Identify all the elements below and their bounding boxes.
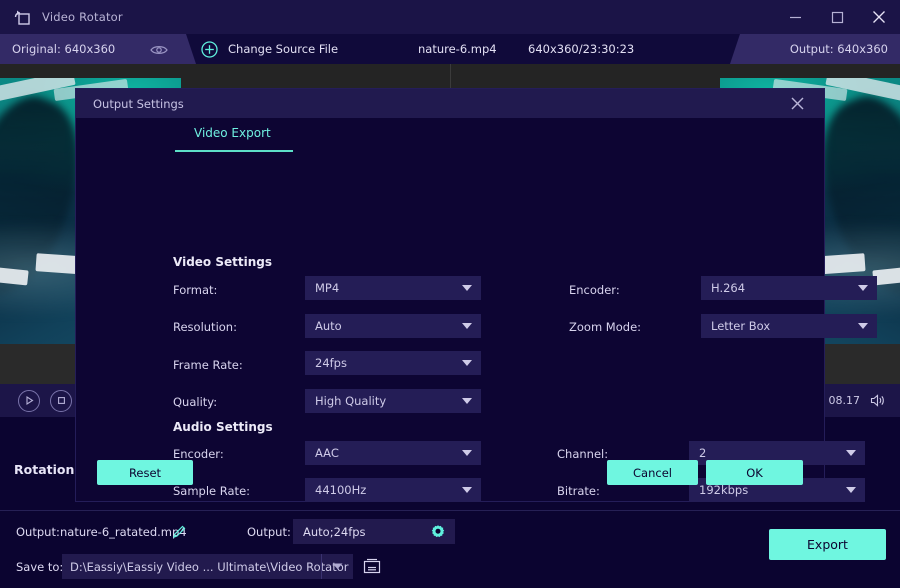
resolution-select[interactable]: Auto — [305, 314, 481, 338]
bitrate-value: 192kbps — [699, 483, 749, 497]
audio-encoder-value: AAC — [315, 446, 339, 460]
tab-video-export[interactable]: Video Export — [182, 118, 283, 140]
save-to-path-value: D:\Eassiy\Eassiy Video ... Ultimate\Vide… — [70, 559, 349, 574]
maximize-icon[interactable] — [816, 0, 858, 34]
volume-icon[interactable] — [870, 394, 886, 407]
eye-icon[interactable] — [150, 41, 168, 60]
output-settings-dialog: Output Settings Video Export Video Setti… — [76, 89, 877, 502]
bitrate-label: Bitrate: — [557, 484, 600, 498]
chevron-down-icon[interactable] — [321, 554, 353, 579]
window-controls — [774, 0, 900, 34]
video-rotator-logo-icon — [12, 7, 32, 27]
chevron-down-icon — [462, 487, 472, 493]
active-tab-underline — [175, 150, 293, 152]
format-select[interactable]: MP4 — [305, 276, 481, 300]
close-icon[interactable] — [858, 0, 900, 34]
video-encoder-select[interactable]: H.264 — [701, 276, 877, 300]
save-to-path-field[interactable]: D:\Eassiy\Eassiy Video ... Ultimate\Vide… — [62, 554, 353, 579]
playback-time: 08.17 — [828, 394, 861, 407]
close-icon[interactable] — [780, 89, 814, 118]
chevron-down-icon — [846, 450, 856, 456]
chevron-down-icon — [462, 285, 472, 291]
quality-value: High Quality — [315, 394, 387, 408]
output-resolution-tag: Output: 640x360 — [730, 34, 900, 64]
chevron-down-icon — [462, 398, 472, 404]
folder-icon[interactable] — [363, 558, 381, 578]
chevron-down-icon — [858, 323, 868, 329]
quality-label: Quality: — [173, 395, 218, 409]
gear-icon[interactable] — [430, 524, 446, 544]
channel-value: 2 — [699, 446, 707, 460]
zoom-mode-label: Zoom Mode: — [569, 320, 642, 334]
channel-label: Channel: — [557, 447, 609, 461]
format-value: MP4 — [315, 281, 340, 295]
sample-rate-select[interactable]: 44100Hz — [305, 478, 481, 502]
dialog-title: Output Settings — [93, 96, 184, 111]
quality-select[interactable]: High Quality — [305, 389, 481, 413]
dialog-tabs: Video Export — [76, 118, 824, 152]
cancel-button[interactable]: Cancel — [607, 460, 698, 485]
save-to-label: Save to: — [16, 560, 64, 574]
video-encoder-label: Encoder: — [569, 283, 620, 297]
video-encoder-value: H.264 — [711, 281, 746, 295]
frame-rate-value: 24fps — [315, 356, 347, 370]
export-button[interactable]: Export — [769, 529, 886, 560]
zoom-mode-select[interactable]: Letter Box — [701, 314, 877, 338]
plus-circle-icon[interactable] — [201, 41, 218, 62]
zoom-mode-value: Letter Box — [711, 319, 771, 333]
chevron-down-icon — [462, 323, 472, 329]
source-file-meta: 640x360/23:30:23 — [528, 42, 635, 56]
output-settings-label: Output: — [247, 525, 291, 539]
ok-button[interactable]: OK — [706, 460, 803, 485]
format-label: Format: — [173, 283, 218, 297]
audio-encoder-label: Encoder: — [173, 447, 224, 461]
chevron-down-icon — [462, 450, 472, 456]
video-rotator-app: Video Rotator Original: 640x360 Change S… — [0, 0, 900, 588]
frame-rate-label: Frame Rate: — [173, 358, 243, 372]
output-resolution-label: Output: 640x360 — [789, 42, 888, 56]
output-filename-label: Output: — [16, 525, 60, 539]
sample-rate-label: Sample Rate: — [173, 484, 251, 498]
change-source-file-button[interactable]: Change Source File — [228, 42, 338, 56]
chevron-down-icon — [846, 487, 856, 493]
sample-rate-value: 44100Hz — [315, 483, 367, 497]
chevron-down-icon — [858, 285, 868, 291]
dialog-titlebar: Output Settings — [76, 89, 824, 118]
audio-settings-heading: Audio Settings — [173, 420, 273, 434]
stop-icon[interactable] — [50, 389, 72, 412]
frame-rate-select[interactable]: 24fps — [305, 351, 481, 375]
window-titlebar: Video Rotator — [0, 0, 900, 34]
chevron-down-icon — [462, 360, 472, 366]
minimize-icon[interactable] — [774, 0, 816, 34]
pencil-edit-icon[interactable] — [172, 524, 187, 543]
rotation-label: Rotation: — [14, 462, 80, 477]
output-settings-value: Auto;24fps — [303, 524, 366, 539]
source-file-name: nature-6.mp4 — [418, 42, 497, 56]
audio-encoder-select[interactable]: AAC — [305, 441, 481, 465]
output-filename-value: nature-6_ratated.mp4 — [60, 525, 187, 539]
source-toolbar: Original: 640x360 Change Source File nat… — [0, 34, 900, 64]
resolution-value: Auto — [315, 319, 342, 333]
window-title: Video Rotator — [42, 10, 123, 24]
resolution-label: Resolution: — [173, 320, 237, 334]
video-settings-heading: Video Settings — [173, 255, 272, 269]
play-icon[interactable] — [18, 389, 40, 412]
reset-button[interactable]: Reset — [97, 460, 193, 485]
original-resolution-label: Original: 640x360 — [12, 42, 116, 56]
